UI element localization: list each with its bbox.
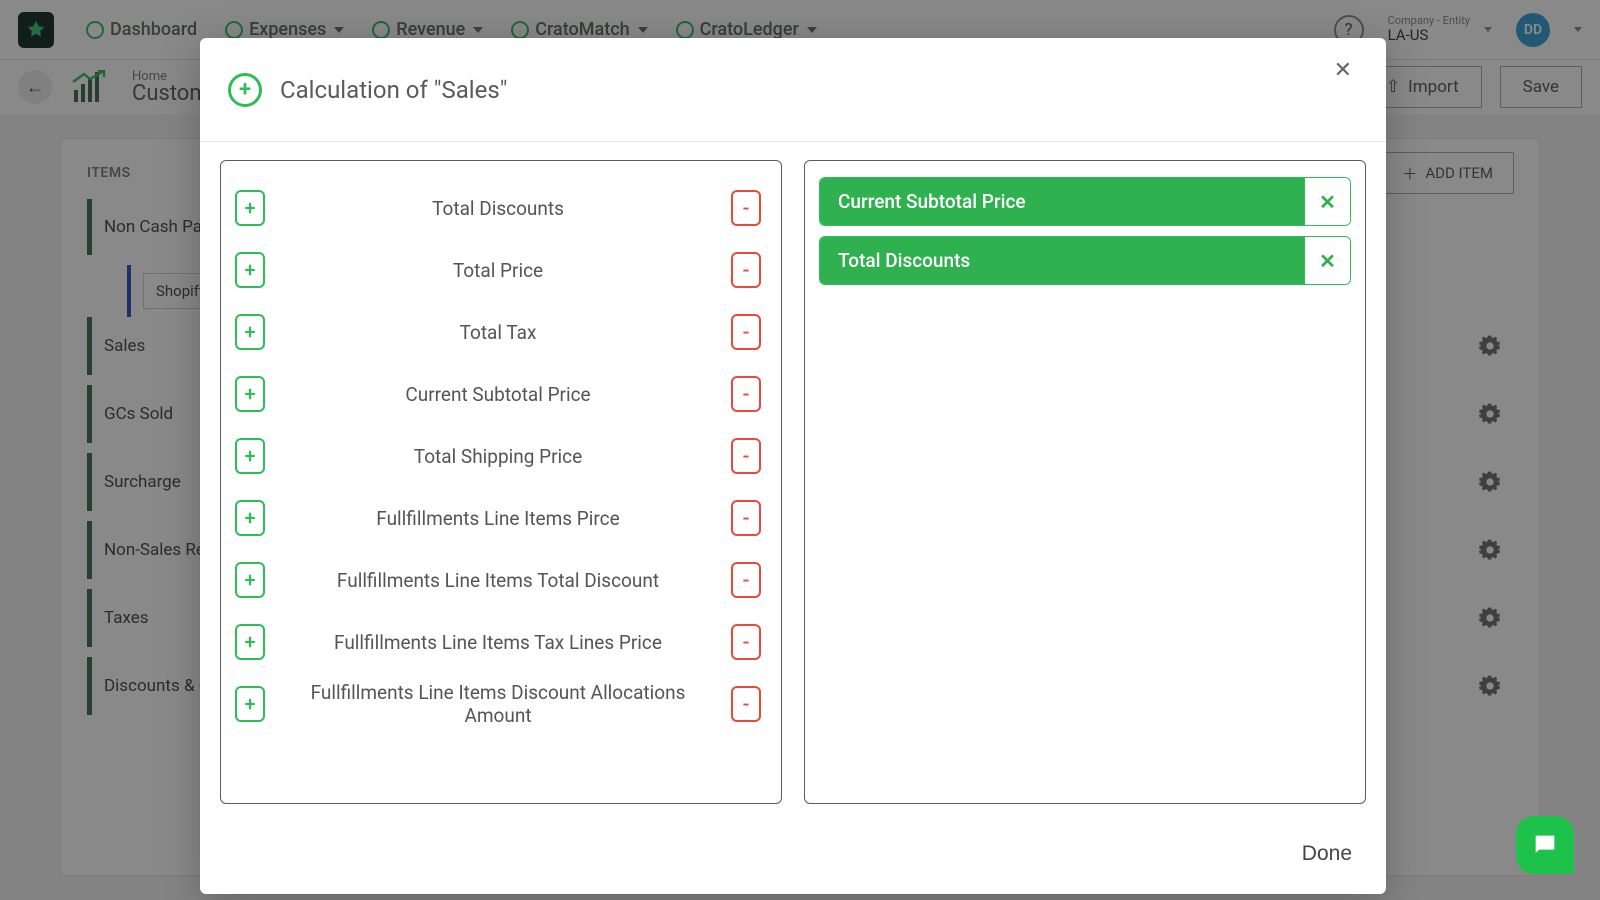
available-row: + Fullfillments Line Items Pirce- xyxy=(235,487,761,549)
selected-row: Total Discounts✕ xyxy=(819,236,1351,285)
available-label: Total Price xyxy=(277,259,719,282)
available-label: Fullfillments Line Items Discount Alloca… xyxy=(277,681,719,727)
subtract-field-button[interactable]: - xyxy=(731,562,761,598)
plus-circle-icon: + xyxy=(228,73,262,107)
available-row: + Fullfillments Line Items Total Discount… xyxy=(235,549,761,611)
available-label: Fullfillments Line Items Tax Lines Price xyxy=(277,631,719,654)
available-list[interactable]: +Total Discounts-+Total Price-+Total Tax… xyxy=(235,177,767,787)
available-row: + Current Subtotal Price- xyxy=(235,363,761,425)
add-field-button[interactable]: + xyxy=(235,686,265,722)
calculation-modal: + Calculation of "Sales" ✕ + Total Discou… xyxy=(200,38,1386,894)
available-label: Total Shipping Price xyxy=(277,445,719,468)
add-field-button[interactable]: + xyxy=(235,500,265,536)
done-button[interactable]: Done xyxy=(1302,842,1352,866)
available-label: Fullfillments Line Items Total Discount xyxy=(277,569,719,592)
modal-header: + Calculation of "Sales" ✕ xyxy=(200,38,1386,142)
available-label: Total Tax xyxy=(277,321,719,344)
available-column: +Total Discounts-+Total Price-+Total Tax… xyxy=(220,160,782,804)
remove-selected-button[interactable]: ✕ xyxy=(1304,178,1350,225)
subtract-field-button[interactable]: - xyxy=(731,624,761,660)
subtract-field-button[interactable]: - xyxy=(731,686,761,722)
available-row: + Total Discounts- xyxy=(235,177,761,239)
add-field-button[interactable]: + xyxy=(235,252,265,288)
modal-body: +Total Discounts-+Total Price-+Total Tax… xyxy=(200,142,1386,814)
add-field-button[interactable]: + xyxy=(235,624,265,660)
selected-column: Current Subtotal Price✕Total Discounts✕ xyxy=(804,160,1366,804)
available-label: Fullfillments Line Items Pirce xyxy=(277,507,719,530)
available-row: + Total Shipping Price- xyxy=(235,425,761,487)
subtract-field-button[interactable]: - xyxy=(731,190,761,226)
add-field-button[interactable]: + xyxy=(235,190,265,226)
available-row: + Fullfillments Line Items Discount Alloc… xyxy=(235,673,761,735)
remove-selected-button[interactable]: ✕ xyxy=(1304,237,1350,284)
selected-label: Current Subtotal Price xyxy=(820,178,1304,225)
available-row: + Total Price- xyxy=(235,239,761,301)
add-field-button[interactable]: + xyxy=(235,438,265,474)
selected-row: Current Subtotal Price✕ xyxy=(819,177,1351,226)
add-field-button[interactable]: + xyxy=(235,314,265,350)
subtract-field-button[interactable]: - xyxy=(731,500,761,536)
subtract-field-button[interactable]: - xyxy=(731,314,761,350)
available-row: + Fullfillments Line Items Tax Lines Pric… xyxy=(235,611,761,673)
available-label: Current Subtotal Price xyxy=(277,383,719,406)
selected-list: Current Subtotal Price✕Total Discounts✕ xyxy=(819,177,1351,285)
available-row: + Total Tax- xyxy=(235,301,761,363)
close-button[interactable]: ✕ xyxy=(1328,52,1358,89)
add-field-button[interactable]: + xyxy=(235,562,265,598)
modal-footer: Done xyxy=(200,814,1386,894)
subtract-field-button[interactable]: - xyxy=(731,376,761,412)
add-field-button[interactable]: + xyxy=(235,376,265,412)
available-label: Total Discounts xyxy=(277,197,719,220)
selected-label: Total Discounts xyxy=(820,237,1304,284)
subtract-field-button[interactable]: - xyxy=(731,438,761,474)
subtract-field-button[interactable]: - xyxy=(731,252,761,288)
chat-fab[interactable] xyxy=(1516,816,1574,874)
modal-title: Calculation of "Sales" xyxy=(280,76,507,104)
